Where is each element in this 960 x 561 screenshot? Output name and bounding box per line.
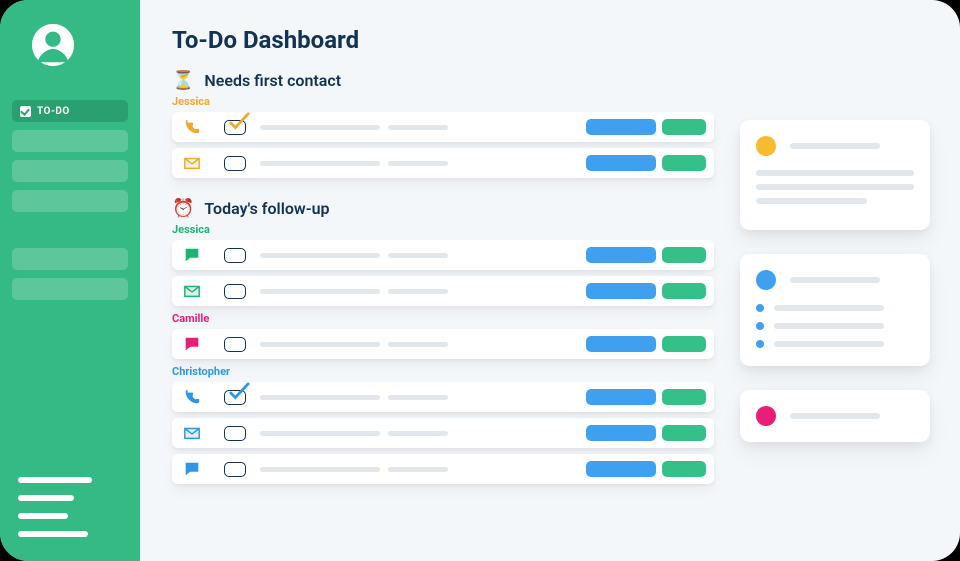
task-chip-primary[interactable] [586,425,656,441]
section-emoji: ⏰ [172,198,194,219]
task-chip-secondary[interactable] [662,461,706,477]
right-column [740,0,960,561]
footer-line [18,513,68,519]
task-chip-primary[interactable] [586,461,656,477]
nav-item-placeholder[interactable] [12,248,128,270]
task-row[interactable] [172,418,714,448]
section-header: ⏰ Today's follow-up [172,198,714,219]
task-owner: Jessica [172,223,714,236]
bullet-icon [756,322,764,330]
sidebar-footer [12,477,128,543]
card-text-placeholder [756,170,914,176]
task-row[interactable] [172,240,714,270]
bullet-icon [756,304,764,312]
chat-icon [182,245,202,265]
section-title: Needs first contact [204,71,341,90]
app-window: TO-DO To-Do Dashboard ⏳ Needs first conta… [0,0,960,561]
task-checkbox[interactable] [224,248,246,263]
task-text-placeholder [260,161,586,166]
nav-list: TO-DO [12,100,128,300]
card-title-placeholder [790,277,880,283]
task-checkbox[interactable] [224,120,246,135]
task-text-placeholder [260,431,586,436]
footer-line [18,477,92,483]
dot-icon [756,136,776,156]
dot-icon [756,406,776,426]
section-title: Today's follow-up [204,199,329,218]
task-chip-primary[interactable] [586,155,656,171]
task-checkbox[interactable] [224,337,246,352]
card-title-placeholder [790,143,880,149]
chat-icon [182,459,202,479]
nav-item-placeholder[interactable] [12,278,128,300]
task-row[interactable] [172,276,714,306]
task-text-placeholder [260,467,586,472]
summary-card[interactable] [740,390,930,442]
task-chip-primary[interactable] [586,247,656,263]
task-chip-primary[interactable] [586,283,656,299]
task-checkbox[interactable] [224,462,246,477]
task-checkbox[interactable] [224,390,246,405]
card-text-placeholder [756,184,914,190]
task-chip-secondary[interactable] [662,425,706,441]
task-text-placeholder [260,289,586,294]
summary-card[interactable] [740,120,930,230]
section-emoji: ⏳ [172,70,194,91]
task-chip-secondary[interactable] [662,283,706,299]
task-checkbox[interactable] [224,156,246,171]
phone-icon [182,387,202,407]
sidebar: TO-DO [0,0,140,561]
card-text-placeholder [774,305,884,311]
task-text-placeholder [260,342,586,347]
task-chip-primary[interactable] [586,119,656,135]
nav-item-placeholder[interactable] [12,130,128,152]
task-text-placeholder [260,125,586,130]
task-chip-primary[interactable] [586,389,656,405]
footer-line [18,531,88,537]
task-text-placeholder [260,253,586,258]
task-chip-primary[interactable] [586,336,656,352]
task-row[interactable] [172,454,714,484]
task-checkbox[interactable] [224,284,246,299]
card-text-placeholder [774,341,884,347]
task-chip-secondary[interactable] [662,155,706,171]
task-chip-secondary[interactable] [662,119,706,135]
mail-icon [182,281,202,301]
summary-card[interactable] [740,254,930,366]
task-checkbox[interactable] [224,426,246,441]
task-row[interactable] [172,382,714,412]
task-text-placeholder [260,395,586,400]
task-chip-secondary[interactable] [662,336,706,352]
task-owner: Camille [172,312,714,325]
task-row[interactable] [172,148,714,178]
avatar-icon [30,22,76,68]
footer-line [18,495,74,501]
page-title: To-Do Dashboard [172,26,714,54]
mail-icon [182,153,202,173]
nav-item-label: TO-DO [37,106,70,117]
main-content: To-Do Dashboard ⏳ Needs first contact Jess… [140,0,740,561]
task-row[interactable] [172,329,714,359]
dot-icon [756,270,776,290]
card-title-placeholder [790,413,880,419]
mail-icon [182,423,202,443]
task-owner: Christopher [172,365,714,378]
nav-item-placeholder[interactable] [12,160,128,182]
checkbox-icon [20,106,31,117]
card-text-placeholder [756,198,867,204]
task-owner: Jessica [172,95,714,108]
task-chip-secondary[interactable] [662,389,706,405]
chat-icon [182,334,202,354]
card-text-placeholder [774,323,884,329]
section-header: ⏳ Needs first contact [172,70,714,91]
task-row[interactable] [172,112,714,142]
avatar[interactable] [30,22,76,68]
nav-item-placeholder[interactable] [12,190,128,212]
task-chip-secondary[interactable] [662,247,706,263]
bullet-icon [756,340,764,348]
nav-item-todo[interactable]: TO-DO [12,100,128,122]
phone-icon [182,117,202,137]
